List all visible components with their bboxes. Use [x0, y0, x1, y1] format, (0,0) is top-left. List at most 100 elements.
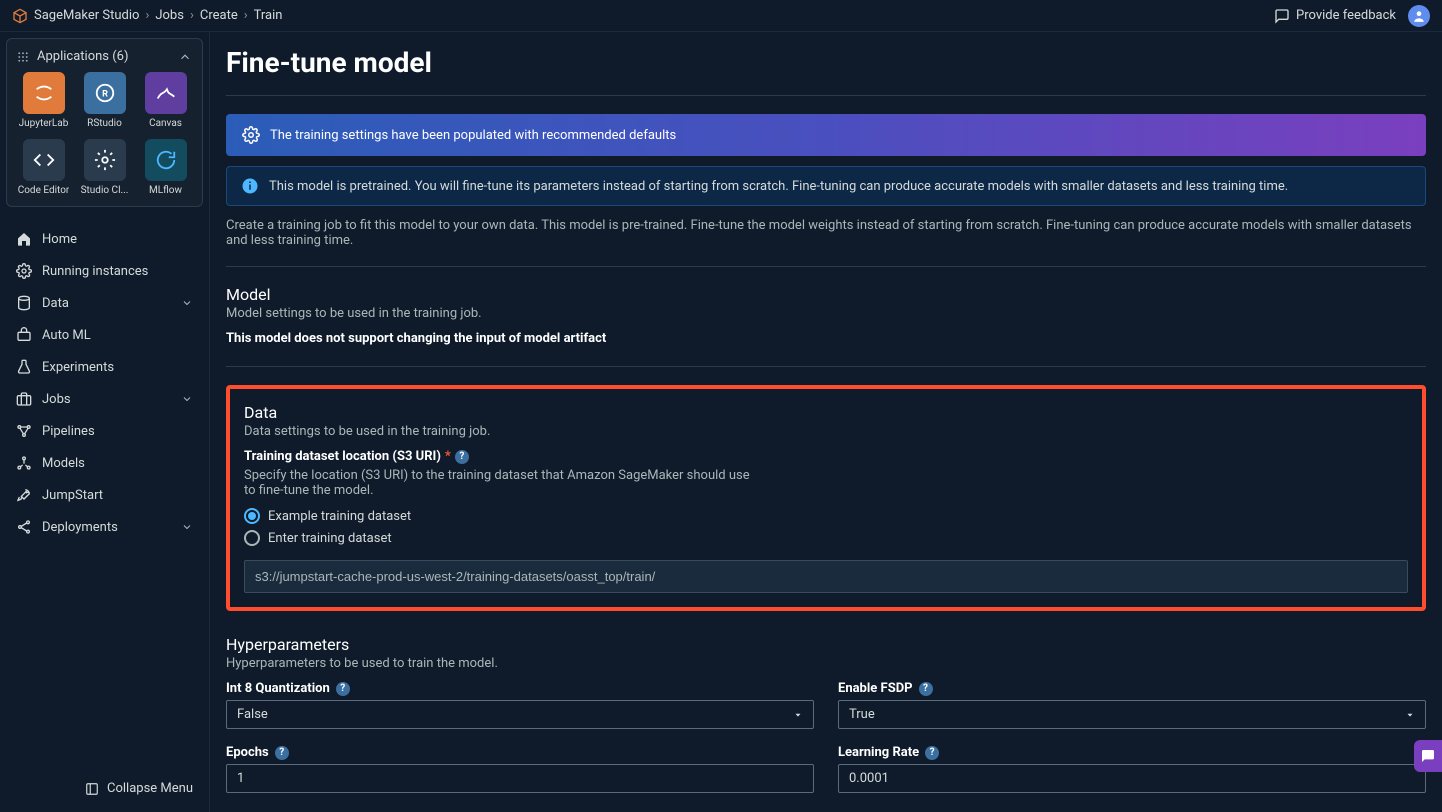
- breadcrumb: SageMaker Studio › Jobs › Create › Train: [12, 8, 282, 24]
- model-note: This model does not support changing the…: [226, 331, 1426, 346]
- training-location-label: Training dataset location (S3 URI)* ?: [244, 449, 469, 464]
- hyper-title: Hyperparameters: [226, 635, 1426, 654]
- hyper-int8: Int 8 Quantization? False: [226, 681, 814, 729]
- int8-select[interactable]: False: [226, 700, 814, 729]
- breadcrumb-item[interactable]: Jobs: [155, 8, 184, 23]
- hyper-lr: Learning Rate? 0.0001: [838, 745, 1426, 793]
- learning-rate-input[interactable]: 0.0001: [838, 764, 1426, 793]
- model-section: Model Model settings to be used in the t…: [226, 285, 1426, 346]
- top-bar: SageMaker Studio › Jobs › Create › Train…: [0, 0, 1442, 32]
- applications-header[interactable]: Applications (6): [17, 49, 192, 64]
- help-icon[interactable]: ?: [925, 746, 939, 760]
- home-icon: [16, 231, 32, 247]
- app-studio-classic[interactable]: Studio Cl...: [78, 139, 131, 196]
- banner-defaults: The training settings have been populate…: [226, 114, 1426, 156]
- divider: [226, 266, 1426, 267]
- banner-pretrained-text: This model is pretrained. You will fine-…: [269, 179, 1288, 194]
- data-section-highlighted: Data Data settings to be used in the tra…: [226, 385, 1426, 611]
- app-code-editor[interactable]: Code Editor: [17, 139, 70, 196]
- radio-icon: [244, 530, 260, 546]
- sidebar: Applications (6) JupyterLab RRStudio Can…: [0, 32, 210, 812]
- hyper-subtitle: Hyperparameters to be used to train the …: [226, 656, 1426, 671]
- chat-icon: [1420, 748, 1436, 764]
- top-actions: Provide feedback: [1274, 5, 1430, 27]
- model-subtitle: Model settings to be used in the trainin…: [226, 306, 1426, 321]
- epochs-input[interactable]: 1: [226, 764, 814, 793]
- help-icon[interactable]: ?: [275, 746, 289, 760]
- pipeline-icon: [16, 423, 32, 439]
- nav-auto-ml[interactable]: Auto ML: [6, 319, 203, 351]
- app-canvas[interactable]: Canvas: [139, 72, 192, 129]
- data-title: Data: [244, 403, 1408, 422]
- radio-icon: [244, 508, 260, 524]
- nav-running-instances[interactable]: Running instances: [6, 255, 203, 287]
- nav-deployments[interactable]: Deployments: [6, 511, 203, 543]
- help-icon[interactable]: ?: [455, 450, 469, 464]
- breadcrumb-sep: ›: [244, 8, 248, 23]
- breadcrumb-sep: ›: [145, 8, 149, 23]
- applications-title: Applications (6): [37, 49, 129, 64]
- required-star: *: [445, 449, 451, 464]
- nav-list: Home Running instances Data Auto ML Expe…: [6, 223, 203, 771]
- nav-models[interactable]: Models: [6, 447, 203, 479]
- feedback-label: Provide feedback: [1296, 8, 1396, 23]
- app-rstudio[interactable]: RRStudio: [78, 72, 131, 129]
- nav-data[interactable]: Data: [6, 287, 203, 319]
- data-subtitle: Data settings to be used in the training…: [244, 424, 1408, 439]
- main-content: Fine-tune model The training settings ha…: [210, 32, 1442, 812]
- applications-panel: Applications (6) JupyterLab RRStudio Can…: [6, 38, 203, 207]
- hyperparameters-section: Hyperparameters Hyperparameters to be us…: [226, 635, 1426, 793]
- caret-down-icon: [793, 710, 803, 720]
- training-location-desc: Specify the location (S3 URI) to the tra…: [244, 468, 764, 498]
- breadcrumb-item[interactable]: Create: [200, 8, 238, 23]
- app-mlflow[interactable]: MLflow: [139, 139, 192, 196]
- fsdp-select[interactable]: True: [838, 700, 1426, 729]
- chevron-down-icon: [181, 521, 193, 533]
- collapse-icon: [85, 782, 99, 796]
- divider: [226, 95, 1426, 96]
- flask-icon: [16, 359, 32, 375]
- chevron-up-icon: [178, 50, 192, 64]
- svg-text:R: R: [102, 90, 108, 100]
- briefcase-icon: [16, 391, 32, 407]
- hyper-fsdp: Enable FSDP? True: [838, 681, 1426, 729]
- gear-icon: [242, 126, 260, 144]
- collapse-menu[interactable]: Collapse Menu: [6, 771, 203, 806]
- chat-icon: [1274, 8, 1290, 24]
- feedback-link[interactable]: Provide feedback: [1274, 8, 1396, 24]
- database-icon: [16, 295, 32, 311]
- user-icon: [1412, 9, 1426, 23]
- radio-enter-dataset[interactable]: Enter training dataset: [244, 530, 1408, 546]
- help-icon[interactable]: ?: [919, 682, 933, 696]
- avatar[interactable]: [1408, 5, 1430, 27]
- nav-home[interactable]: Home: [6, 223, 203, 255]
- logo-icon: [12, 8, 28, 24]
- nav-jumpstart[interactable]: JumpStart: [6, 479, 203, 511]
- breadcrumb-sep: ›: [190, 8, 194, 23]
- model-title: Model: [226, 285, 1426, 304]
- page-description: Create a training job to fit this model …: [226, 218, 1426, 248]
- automl-icon: [16, 327, 32, 343]
- share-icon: [16, 519, 32, 535]
- page-title: Fine-tune model: [226, 46, 1426, 79]
- divider: [226, 366, 1426, 367]
- nav-jobs[interactable]: Jobs: [6, 383, 203, 415]
- breadcrumb-item[interactable]: Train: [254, 8, 283, 23]
- banner-defaults-text: The training settings have been populate…: [270, 128, 676, 143]
- network-icon: [16, 455, 32, 471]
- banner-pretrained: This model is pretrained. You will fine-…: [226, 166, 1426, 206]
- nav-pipelines[interactable]: Pipelines: [6, 415, 203, 447]
- rocket-icon: [16, 487, 32, 503]
- caret-down-icon: [1405, 710, 1415, 720]
- info-icon: [241, 177, 259, 195]
- breadcrumb-item[interactable]: SageMaker Studio: [34, 8, 139, 23]
- app-jupyterlab[interactable]: JupyterLab: [17, 72, 70, 129]
- applications-grid: JupyterLab RRStudio Canvas Code Editor S…: [17, 72, 192, 196]
- nav-experiments[interactable]: Experiments: [6, 351, 203, 383]
- s3-uri-input[interactable]: [244, 560, 1408, 593]
- hyper-epochs: Epochs? 1: [226, 745, 814, 793]
- radio-example-dataset[interactable]: Example training dataset: [244, 508, 1408, 524]
- help-icon[interactable]: ?: [336, 682, 350, 696]
- grip-icon: [17, 51, 29, 63]
- chat-fab[interactable]: [1414, 740, 1442, 772]
